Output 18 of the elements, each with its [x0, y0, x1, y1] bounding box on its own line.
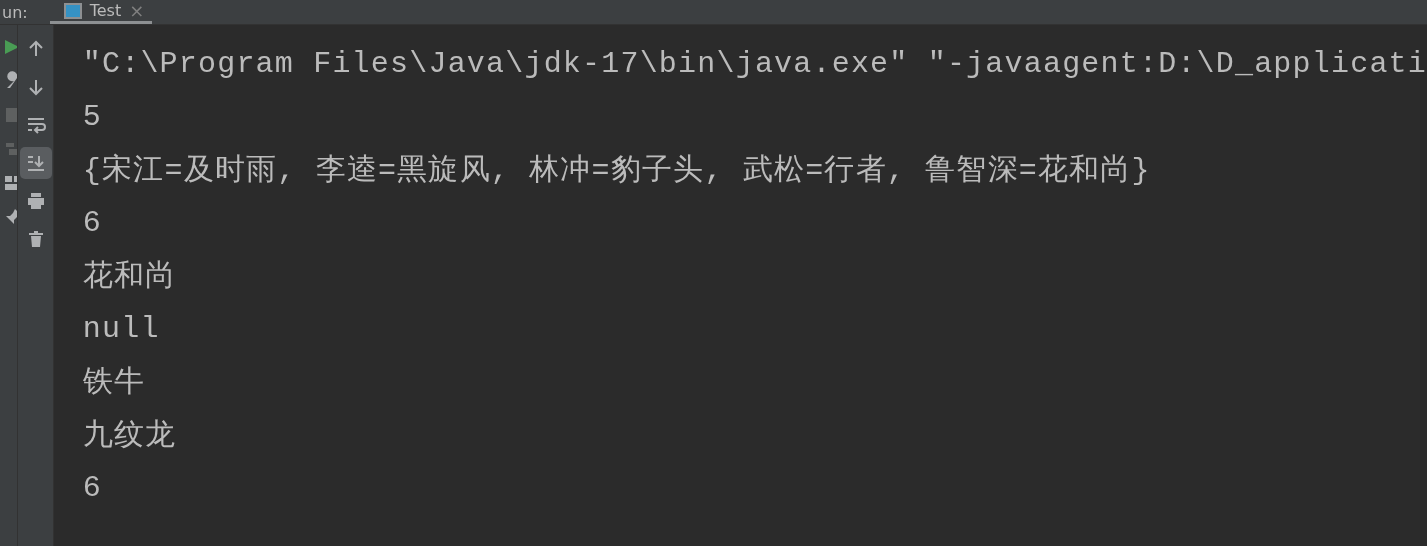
- scroll-to-end-icon: [25, 153, 46, 173]
- print-icon: [25, 191, 46, 211]
- console-line: 花和尚: [82, 259, 177, 296]
- console-line: 6: [82, 205, 102, 240]
- panel-label: un:: [2, 2, 28, 22]
- console-line: "C:\Program Files\Java\jdk-17\bin\java.exe" "-javaagent:D:\D_applicati: [82, 46, 1427, 81]
- layout-icon[interactable]: [3, 173, 18, 193]
- console-line: null: [82, 311, 160, 346]
- console-line: 6: [82, 470, 102, 505]
- soft-wrap-icon: [25, 115, 46, 135]
- console-line: 5: [82, 99, 102, 134]
- run-tab[interactable]: Test ×: [49, 0, 153, 24]
- tab-label: Test: [89, 1, 122, 20]
- toolbar-button[interactable]: [19, 147, 52, 179]
- console-line: 铁牛: [82, 365, 146, 402]
- console-line: {宋江=及时雨, 李逵=黑旋风, 林冲=豹子头, 武松=行者, 鲁智深=花和尚}: [82, 152, 1151, 190]
- console-line: 九纹龙: [82, 418, 177, 455]
- console-icon: [63, 2, 82, 19]
